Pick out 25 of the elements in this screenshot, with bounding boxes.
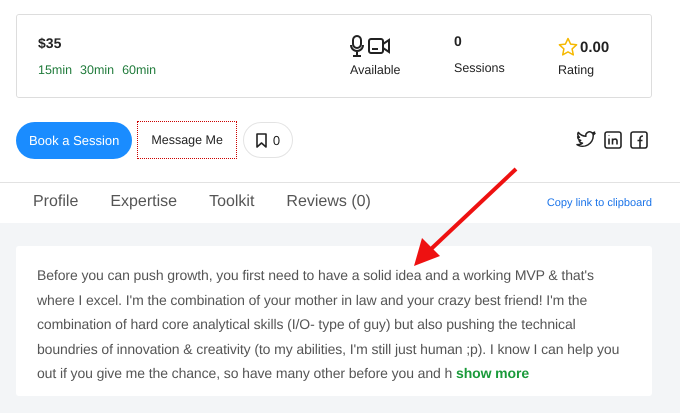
- tab[interactable]: Reviews (0): [286, 183, 371, 223]
- tab[interactable]: Toolkit: [209, 183, 254, 223]
- duration-option[interactable]: 30min: [80, 63, 114, 77]
- linkedin-icon[interactable]: [604, 131, 622, 149]
- message-button[interactable]: Message Me: [137, 121, 237, 159]
- tab[interactable]: Profile: [33, 183, 78, 223]
- sessions-label: Sessions: [454, 61, 506, 75]
- sessions-count: 0: [454, 33, 463, 51]
- facebook-icon[interactable]: [630, 131, 648, 149]
- price: $35: [38, 35, 62, 51]
- tab[interactable]: Expertise: [110, 183, 178, 223]
- rating-label: Rating: [558, 63, 596, 77]
- bookmark-icon: [256, 132, 267, 148]
- twitter-bird-icon[interactable]: [576, 131, 596, 149]
- star-icon: [558, 37, 578, 57]
- show-more-link[interactable]: show more: [456, 365, 530, 381]
- duration-option[interactable]: 15min: [38, 63, 72, 77]
- duration-option[interactable]: 60min: [122, 63, 156, 77]
- video-camera-icon: [368, 38, 390, 54]
- availability-label: Available: [350, 63, 402, 77]
- rating-value: 0.00: [580, 38, 610, 56]
- bio-text: Before you can push growth, you first need to have a solid idea and a working MVP & that's where I excel. I'm the combination of your mother in law and your crazy best friend! I'm the combination of hard core analytical skills (I/O- type of guy) but also pushing the technical boundries of innovation & creativity (to my abilities, I'm still just human ;p). I know I can help you out if you give me the chance, so have many other before you and h show more: [37, 266, 620, 383]
- microphone-icon: [350, 35, 364, 57]
- copy-link[interactable]: Copy link to clipboard: [546, 197, 652, 209]
- bookmark-button[interactable]: 0: [242, 122, 294, 158]
